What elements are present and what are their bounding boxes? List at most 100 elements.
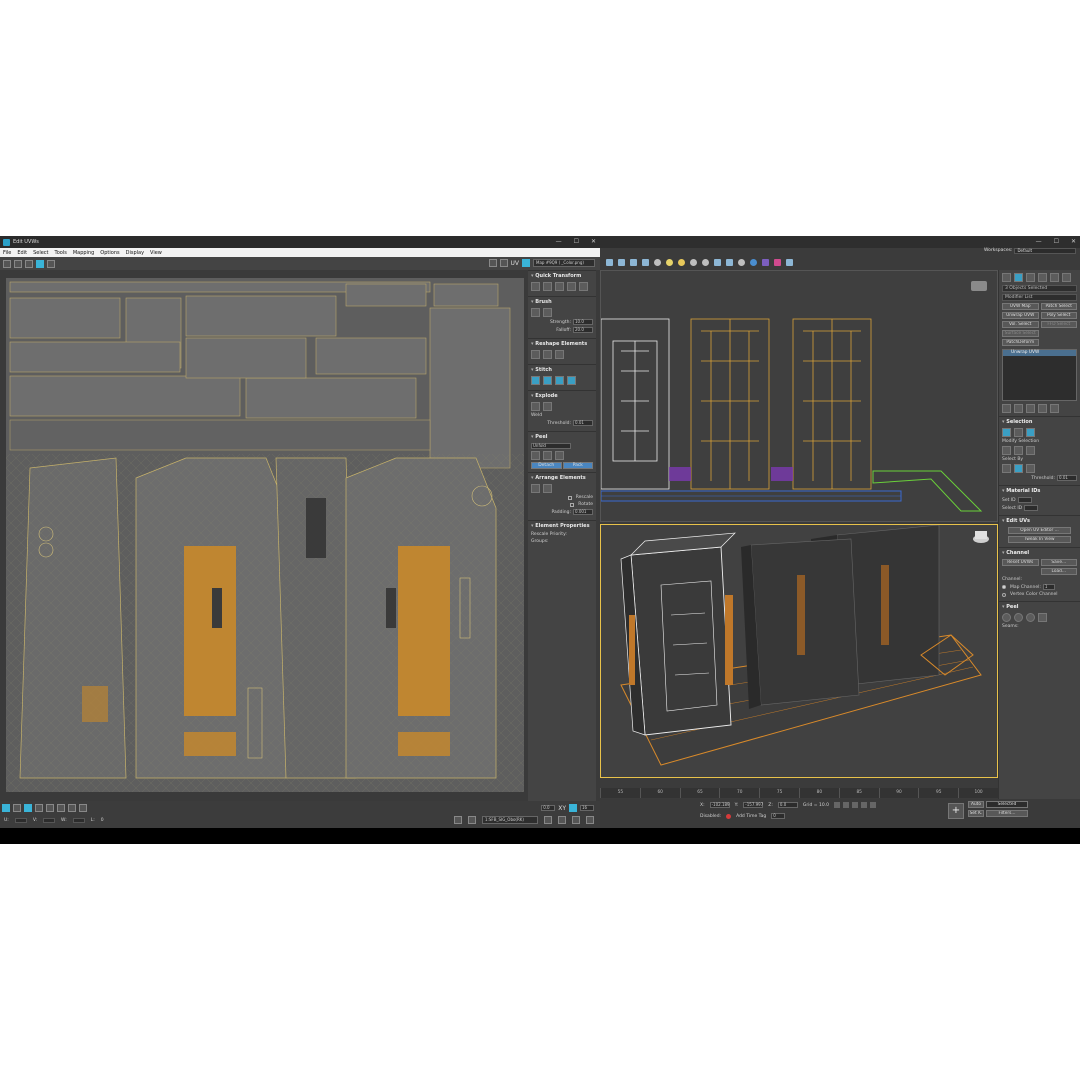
objects-selected-field[interactable]: 3 Objects Selected: [1002, 285, 1077, 292]
strength-spinner[interactable]: 10.0: [573, 319, 593, 325]
go-to-start-icon[interactable]: [834, 802, 840, 808]
detach-button[interactable]: Detach: [531, 462, 562, 469]
menu-view[interactable]: View: [150, 250, 162, 256]
quick-transform-title[interactable]: Quick Transform: [531, 273, 593, 279]
geometry-icon[interactable]: [702, 258, 709, 266]
relax-brush-icon[interactable]: [543, 308, 552, 317]
stitch-source-icon[interactable]: [543, 376, 552, 385]
zoom-icon[interactable]: [558, 816, 566, 824]
systems-icon[interactable]: [750, 258, 757, 266]
planar-angle-icon[interactable]: [1026, 464, 1035, 473]
create-tab-icon[interactable]: [1002, 273, 1011, 282]
menu-file[interactable]: File: [3, 250, 11, 256]
maximize-icon[interactable]: ☐: [574, 238, 579, 245]
relax-icon[interactable]: [543, 350, 552, 359]
pin-icon[interactable]: [1038, 613, 1047, 622]
camera-icon[interactable]: [690, 258, 697, 266]
light-icon[interactable]: [666, 258, 673, 266]
pack-together-icon[interactable]: [543, 484, 552, 493]
add-time-tag[interactable]: Add Time Tag: [736, 814, 766, 819]
next-frame-icon[interactable]: [861, 802, 867, 808]
explode-title[interactable]: Explode: [531, 393, 593, 399]
workspace-dropdown[interactable]: Default: [1014, 247, 1076, 254]
uv-mode-icon[interactable]: [522, 259, 530, 267]
polygon-icon[interactable]: [1026, 428, 1035, 437]
minimize-icon[interactable]: —: [556, 238, 562, 245]
modifier-list-dropdown[interactable]: Modifier List: [1002, 294, 1077, 301]
save-button[interactable]: Save...: [1040, 559, 1077, 566]
utilities-tab-icon[interactable]: [1062, 273, 1071, 282]
open-uv-editor-button[interactable]: Open UV Editor ...: [1008, 527, 1071, 534]
zoom-extents-icon[interactable]: [586, 816, 594, 824]
edge-icon[interactable]: [1014, 428, 1023, 437]
menu-tools[interactable]: Tools: [55, 250, 67, 256]
material-editor-icon[interactable]: [642, 258, 649, 266]
render-icon[interactable]: [630, 258, 637, 266]
reset-peel-sphere-icon[interactable]: [1026, 613, 1035, 622]
play-icon[interactable]: [852, 802, 858, 808]
timeline-ruler[interactable]: 55 60 65 70 75 80 85 90 95 100: [600, 788, 998, 798]
menu-options[interactable]: Options: [100, 250, 119, 256]
peel-mode-icon[interactable]: [543, 451, 552, 460]
stack-item-unwrap-uvw[interactable]: Unwrap UVW: [1003, 350, 1076, 356]
space-warp-icon[interactable]: [738, 258, 745, 266]
set-id-spinner[interactable]: [1017, 497, 1032, 503]
auto-key-button[interactable]: Auto: [968, 801, 984, 808]
configure-modifier-icon[interactable]: [1050, 404, 1059, 413]
max-close-icon[interactable]: ✕: [1071, 238, 1076, 245]
grow-selection-icon[interactable]: [1002, 446, 1011, 455]
go-to-end-icon[interactable]: [870, 802, 876, 808]
make-unique-icon[interactable]: [1026, 404, 1035, 413]
uv-editor-canvas[interactable]: [6, 278, 524, 792]
shapes-icon[interactable]: [714, 258, 721, 266]
ring-icon[interactable]: [79, 804, 87, 812]
render-setup-icon[interactable]: [606, 258, 613, 266]
frame-field[interactable]: 0: [771, 813, 786, 819]
set-key-plus-icon[interactable]: +: [948, 803, 964, 819]
stitch-average-icon[interactable]: [555, 376, 564, 385]
explode-threshold-spinner[interactable]: 0.01: [573, 420, 593, 426]
move-tool-icon[interactable]: [3, 259, 11, 268]
vray-icon[interactable]: [762, 258, 769, 266]
lock-icon[interactable]: [454, 816, 462, 824]
peel-mode-dropdown[interactable]: Unfold: [531, 443, 571, 449]
front-viewport[interactable]: [600, 270, 998, 522]
checker-icon[interactable]: [488, 259, 497, 267]
rescale-checkbox[interactable]: [567, 495, 572, 500]
scale-tool-icon[interactable]: [25, 259, 33, 268]
explode-icon[interactable]: [543, 402, 552, 411]
texture-map-dropdown[interactable]: Map #9Q9 ( _Color.png): [533, 259, 595, 267]
select-id-spinner[interactable]: [1024, 505, 1039, 511]
uv-toggle[interactable]: UV: [511, 260, 520, 267]
hierarchy-tab-icon[interactable]: [1026, 273, 1035, 282]
load-button[interactable]: Load...: [1040, 568, 1077, 575]
break-icon[interactable]: [531, 402, 540, 411]
y-field[interactable]: -157.997: [743, 802, 764, 808]
pin-stack-icon[interactable]: [1002, 404, 1011, 413]
poly-mode-icon[interactable]: [24, 804, 32, 812]
map-channel-radio[interactable]: [1002, 585, 1006, 589]
vertex-icon[interactable]: [1002, 428, 1011, 437]
menu-mapping[interactable]: Mapping: [73, 250, 94, 256]
rotate-90-icon[interactable]: [579, 282, 588, 291]
peel-sphere-icon[interactable]: [1014, 613, 1023, 622]
uv-editor-titlebar[interactable]: Edit UVWs — ☐ ✕: [0, 236, 600, 248]
stitch-custom-icon[interactable]: [531, 376, 540, 385]
shrink-icon[interactable]: [57, 804, 65, 812]
vol-select-button[interactable]: Vol. Select: [1002, 321, 1039, 328]
grid-spinner[interactable]: 16: [580, 805, 594, 811]
vertex-mode-icon[interactable]: [2, 804, 10, 812]
quick-peel-icon[interactable]: [531, 451, 540, 460]
pack-custom-icon[interactable]: [531, 484, 540, 493]
vertex-color-radio[interactable]: [1002, 592, 1006, 597]
peel-title[interactable]: Peel: [531, 434, 593, 440]
align-h-icon[interactable]: [543, 282, 552, 291]
extra-tool-icon[interactable]: [786, 258, 793, 266]
snap-icon[interactable]: [468, 816, 476, 824]
show-map-icon[interactable]: [499, 259, 508, 267]
pack-button[interactable]: Pack: [562, 462, 593, 469]
surface-select-button[interactable]: Surface Select: [1002, 330, 1039, 337]
rotate-checkbox[interactable]: [570, 502, 575, 507]
display-tab-icon[interactable]: [1050, 273, 1059, 282]
reset-uvws-button[interactable]: Reset UVWs: [1002, 559, 1039, 566]
